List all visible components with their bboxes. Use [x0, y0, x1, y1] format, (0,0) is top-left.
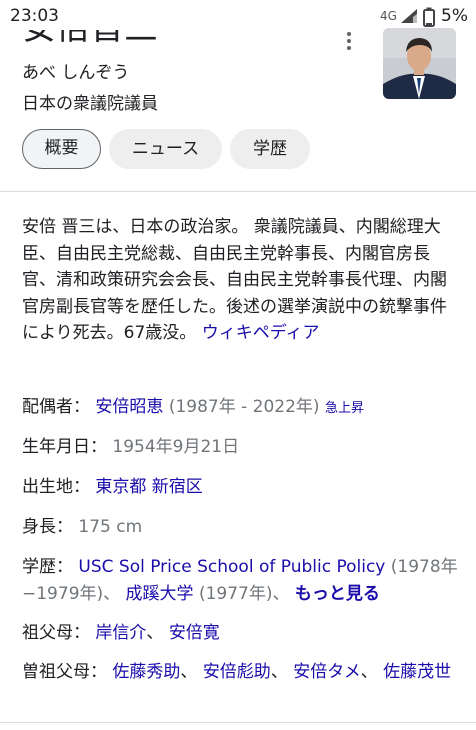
fact-great-grandparents: 曽祖父母： 佐藤秀助、 安倍彪助、 安倍タメ、 佐藤茂世	[22, 662, 452, 682]
fact-education: 学歴： USC Sol Price School of Public Polic…	[22, 554, 462, 607]
school-link[interactable]: USC Sol Price School of Public Policy	[78, 557, 385, 577]
entity-photo[interactable]	[383, 28, 456, 99]
fact-label: 出生地：	[22, 477, 90, 497]
more-options-icon[interactable]	[340, 30, 358, 50]
birth-date-value: 1954年9月21日	[112, 437, 240, 457]
signal-icon	[401, 9, 417, 23]
person-link[interactable]: 岸信介	[95, 623, 146, 643]
fact-birthplace: 出生地： 東京都 新宿区	[22, 474, 462, 501]
tab-education[interactable]: 学歴	[230, 129, 310, 169]
network-type: 4G	[380, 9, 397, 23]
entity-title: 安倍晋三	[22, 30, 158, 48]
person-link[interactable]: 佐藤秀助	[112, 662, 180, 682]
entity-reading: あべ しんぞう	[22, 63, 130, 83]
fact-label: 生年月日：	[22, 437, 107, 457]
fact-height: 身長： 175 cm	[22, 514, 462, 541]
birthplace-link[interactable]: 東京都 新宿区	[95, 477, 202, 497]
tab-news[interactable]: ニュース	[109, 129, 222, 169]
height-value: 175 cm	[78, 517, 143, 537]
person-link[interactable]: 安倍タメ	[293, 662, 361, 682]
fact-grandparents: 祖父母： 岸信介、 安倍寛	[22, 623, 220, 643]
person-link[interactable]: 佐藤茂世	[383, 662, 451, 682]
status-bar: 23:03 4G 5%	[0, 0, 476, 30]
person-link[interactable]: 安倍彪助	[203, 662, 271, 682]
person-link[interactable]: 安倍寛	[169, 623, 220, 643]
entity-description: 日本の衆議院議員	[22, 94, 158, 114]
battery-percent: 5%	[441, 6, 468, 26]
status-time: 23:03	[10, 6, 59, 26]
school-link[interactable]: 成蹊大学	[126, 584, 194, 604]
divider	[0, 722, 476, 723]
fact-label: 祖父母：	[22, 623, 90, 643]
spouse-years: (1987年 - 2022年)	[168, 397, 320, 417]
fact-label: 曽祖父母：	[22, 662, 107, 682]
summary: 安倍 晋三は、日本の政治家。 衆議院議員、内閣総理大臣、自由民主党総裁、自由民主…	[22, 214, 462, 347]
battery-icon	[423, 7, 435, 27]
tab-overview[interactable]: 概要	[22, 129, 101, 169]
wikipedia-link[interactable]: ウィキペディア	[202, 323, 320, 343]
fact-birth-date: 生年月日： 1954年9月21日	[22, 434, 462, 461]
fact-label: 身長：	[22, 517, 73, 537]
fact-spouse: 配偶者： 安倍昭恵 (1987年 - 2022年) 急上昇	[22, 394, 462, 423]
fact-label: 学歴：	[22, 557, 73, 577]
show-more-link[interactable]: もっと見る	[295, 584, 380, 604]
trending-label[interactable]: 急上昇	[325, 401, 364, 416]
entity-title-clip: 安倍晋三	[22, 30, 342, 52]
spouse-link[interactable]: 安倍昭恵	[95, 397, 163, 417]
school-years: (1977年)、	[198, 583, 290, 604]
fact-label: 配偶者：	[22, 397, 90, 417]
divider	[0, 191, 476, 192]
